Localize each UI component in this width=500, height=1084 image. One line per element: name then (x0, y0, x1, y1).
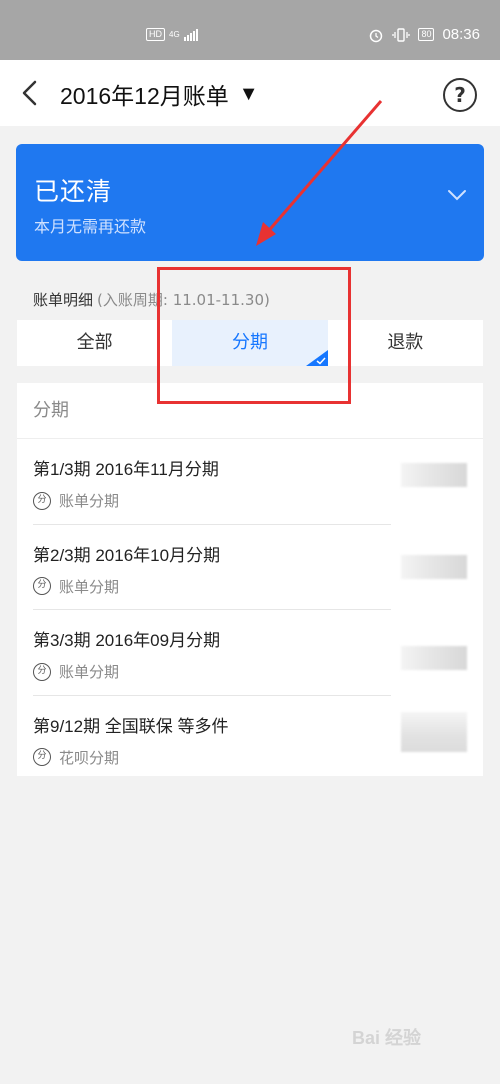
list-item[interactable]: 第2/3期 2016年10月分期 分 账单分期 (17, 525, 483, 610)
dropdown-caret-icon: ▼ (238, 82, 259, 105)
list-item[interactable]: 第1/3期 2016年11月分期 分 账单分期 (17, 439, 483, 525)
hd-badge: HD (146, 28, 165, 41)
signal-icon (183, 28, 198, 41)
item-type: 分 花呗分期 (33, 747, 119, 768)
item-type-label: 账单分期 (59, 492, 120, 510)
item-type: 分 账单分期 (33, 576, 119, 597)
annotation-highlight-box (157, 267, 351, 404)
item-title: 第2/3期 2016年10月分期 (33, 545, 221, 565)
item-title: 第3/3期 2016年09月分期 (33, 631, 221, 650)
tab-label: 全部 (76, 332, 113, 353)
chevron-down-icon[interactable] (446, 184, 468, 206)
amount-blurred (401, 554, 467, 579)
item-title: 第1/3期 2016年11月分期 (33, 460, 219, 479)
list-item[interactable]: 第3/3期 2016年09月分期 分 账单分期 (17, 610, 483, 696)
alarm-icon (370, 29, 383, 42)
status-bar: HD 4G 80 08:36 (0, 0, 500, 60)
item-type: 分 账单分期 (33, 661, 119, 682)
list-item[interactable]: 第9/12期 全国联保 等多件 分 花呗分期 (17, 696, 483, 782)
watermark-logo: Bai 经验 (352, 1028, 422, 1048)
clock: 08:36 (442, 26, 480, 43)
app-header: 2016年12月账单 ▼ ? (0, 60, 500, 126)
repayment-status-card[interactable]: 已还清 本月无需再还款 (16, 144, 484, 261)
signal-label: 4G (169, 30, 180, 39)
installment-icon: 分 (33, 491, 51, 510)
installment-list: 分期 第1/3期 2016年11月分期 分 账单分期 第2/3期 2016年10… (17, 383, 483, 776)
installment-icon: 分 (33, 748, 51, 766)
battery-icon: 80 (418, 28, 435, 41)
status-subtitle: 本月无需再还款 (34, 217, 147, 236)
status-title: 已还清 (34, 177, 113, 206)
tab-all[interactable]: 全部 (17, 320, 172, 366)
amount-blurred (401, 463, 467, 487)
status-right: 80 08:36 (368, 26, 480, 43)
item-title: 第9/12期 全国联保 等多件 (33, 716, 229, 736)
page-title: 2016年12月账单 (60, 83, 229, 109)
amount-blurred (401, 646, 467, 670)
item-type: 分 账单分期 (33, 490, 119, 511)
amount-blurred (401, 711, 467, 752)
help-button[interactable]: ? (443, 78, 477, 112)
item-type-label: 花呗分期 (59, 748, 120, 767)
installment-icon: 分 (33, 577, 51, 595)
bill-month-selector[interactable]: 2016年12月账单 ▼ (60, 77, 259, 111)
network-indicator: HD 4G (146, 28, 198, 41)
tab-label: 退款 (387, 332, 424, 353)
installment-icon: 分 (33, 662, 51, 681)
vibrate-icon (392, 27, 411, 42)
back-arrow-icon[interactable] (16, 78, 46, 108)
item-type-label: 账单分期 (59, 577, 120, 596)
details-title: 账单明细 (33, 291, 94, 309)
item-type-label: 账单分期 (59, 663, 120, 681)
